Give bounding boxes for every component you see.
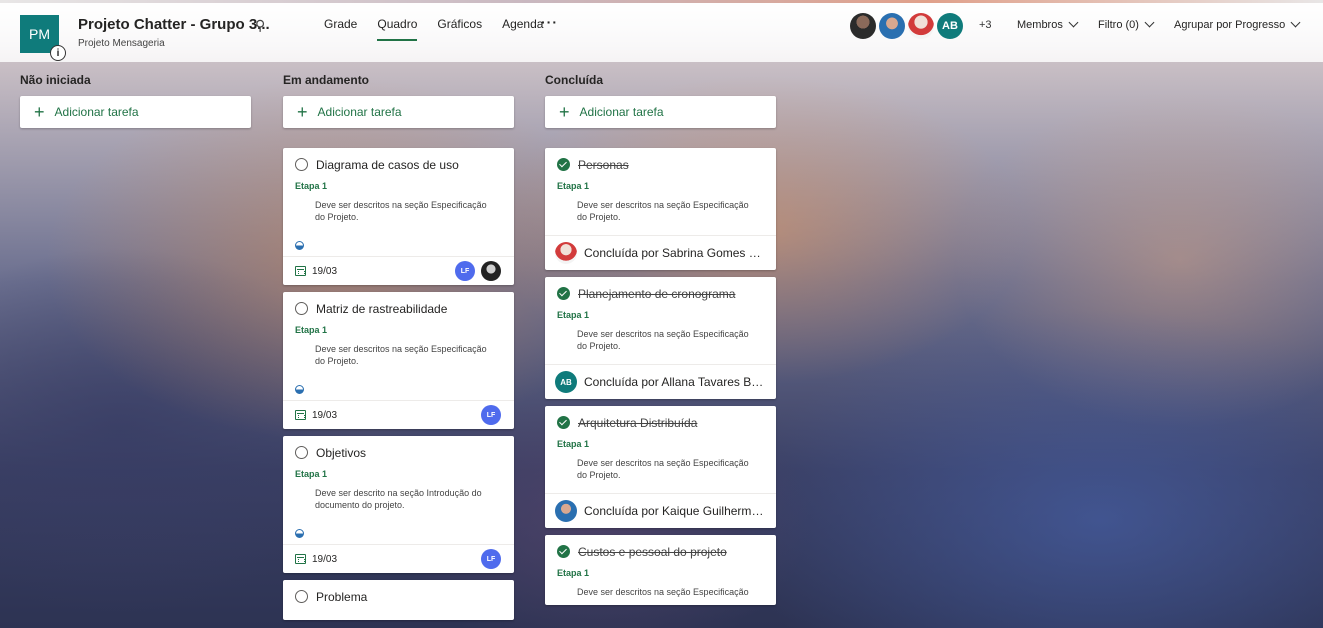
completed-check-icon[interactable]: [557, 416, 570, 429]
task-card[interactable]: Problema: [283, 580, 514, 620]
task-label: Etapa 1: [557, 181, 590, 191]
top-accent-line: [0, 0, 1323, 3]
assignee-avatar-photo[interactable]: [481, 261, 501, 281]
due-date: 19/03: [312, 553, 338, 565]
more-options-icon[interactable]: ···: [541, 14, 558, 30]
completed-check-icon[interactable]: [557, 158, 570, 171]
progress-half-icon: [295, 385, 304, 394]
members-dropdown[interactable]: Membros: [1017, 17, 1079, 31]
calendar-icon: [295, 410, 306, 420]
group-by-label: Agrupar por Progresso: [1174, 19, 1286, 31]
tab-quadro[interactable]: Quadro: [367, 17, 427, 41]
filter-label: Filtro (0): [1098, 19, 1139, 31]
bucket-column-em-andamento: Em andamento + Adicionar tarefa Diagrama …: [283, 70, 514, 627]
group-by-dropdown[interactable]: Agrupar por Progresso: [1174, 17, 1301, 31]
pin-icon[interactable]: ⚲: [255, 17, 265, 34]
task-description: Deve ser descritos na seção Especificaçã…: [577, 200, 749, 222]
column-title: Concluída: [545, 73, 604, 87]
completed-check-icon[interactable]: [557, 287, 570, 300]
add-task-button[interactable]: + Adicionar tarefa: [545, 96, 776, 128]
task-title: Arquitetura Distribuída: [578, 415, 698, 430]
task-label: Etapa 1: [295, 181, 328, 191]
plus-icon: +: [34, 102, 45, 122]
view-tabs: Grade Quadro Gráficos Agenda: [314, 17, 553, 41]
bucket-column-concluida: Concluída + Adicionar tarefa Personas Eta…: [545, 70, 776, 612]
task-card[interactable]: Planejamento de cronograma Etapa 1 Deve …: [545, 277, 776, 399]
completed-by-avatar[interactable]: AB: [555, 371, 577, 393]
chevron-down-icon: [1290, 17, 1301, 28]
tab-grade[interactable]: Grade: [314, 17, 367, 41]
complete-checkbox[interactable]: [295, 590, 308, 603]
task-label: Etapa 1: [557, 439, 590, 449]
complete-checkbox[interactable]: [295, 158, 308, 171]
task-description: Deve ser descritos na seção Especificaçã…: [315, 344, 487, 366]
column-title: Em andamento: [283, 73, 370, 87]
task-label: Etapa 1: [295, 469, 328, 479]
calendar-icon: [295, 266, 306, 276]
info-icon[interactable]: i: [50, 45, 66, 61]
add-task-button[interactable]: + Adicionar tarefa: [283, 96, 514, 128]
completed-check-icon[interactable]: [557, 545, 570, 558]
task-label: Etapa 1: [557, 568, 590, 578]
plus-icon: +: [559, 102, 570, 122]
completed-by-text: Concluída por Sabrina Gomes Sil...: [584, 246, 766, 260]
plan-title[interactable]: Projeto Chatter - Grupo 3...: [78, 16, 270, 33]
chevron-down-icon: [1068, 17, 1079, 28]
calendar-icon: [295, 554, 306, 564]
plus-icon: +: [297, 102, 308, 122]
task-card[interactable]: Custos e pessoal do projeto Etapa 1 Deve…: [545, 535, 776, 605]
add-task-label: Adicionar tarefa: [579, 105, 664, 119]
column-title: Não iniciada: [20, 73, 91, 87]
completed-by-avatar[interactable]: [555, 500, 577, 522]
chevron-down-icon: [1144, 17, 1155, 28]
bucket-column-nao-iniciada: Não iniciada + Adicionar tarefa: [20, 70, 251, 148]
task-card[interactable]: Diagrama de casos de uso Etapa 1 Deve se…: [283, 148, 514, 285]
tab-graficos[interactable]: Gráficos: [427, 17, 492, 41]
member-avatar-1[interactable]: [850, 13, 876, 39]
filter-dropdown[interactable]: Filtro (0): [1098, 17, 1155, 31]
task-label: Etapa 1: [295, 325, 328, 335]
task-description: Deve ser descritos na seção Especificaçã…: [577, 587, 749, 597]
top-bar: PM i Projeto Chatter - Grupo 3... ⚲ Proj…: [0, 0, 1323, 62]
assignee-avatar[interactable]: LF: [481, 405, 501, 425]
due-date: 19/03: [312, 265, 338, 277]
task-title: Planejamento de cronograma: [578, 286, 736, 301]
completed-by-text: Concluída por Kaique Guilherme ...: [584, 504, 766, 518]
completed-by-text: Concluída por Allana Tavares Bas...: [584, 375, 766, 389]
task-title: Problema: [316, 589, 368, 604]
member-extra-count[interactable]: +3: [979, 19, 992, 31]
task-title: Objetivos: [316, 445, 367, 460]
complete-checkbox[interactable]: [295, 446, 308, 459]
task-card[interactable]: Objetivos Etapa 1 Deve ser descrito na s…: [283, 436, 514, 573]
task-description: Deve ser descrito na seção Introdução do…: [315, 488, 482, 510]
add-task-label: Adicionar tarefa: [317, 105, 402, 119]
add-task-button[interactable]: + Adicionar tarefa: [20, 96, 251, 128]
task-title: Custos e pessoal do projeto: [578, 544, 727, 559]
members-label: Membros: [1017, 19, 1063, 31]
task-description: Deve ser descritos na seção Especificaçã…: [577, 329, 749, 351]
task-description: Deve ser descritos na seção Especificaçã…: [577, 458, 749, 480]
member-avatar-ab[interactable]: AB: [937, 13, 963, 39]
assignee-avatar[interactable]: LF: [455, 261, 475, 281]
task-title: Matriz de rastreabilidade: [316, 301, 448, 316]
task-title: Personas: [578, 157, 629, 172]
member-avatar-2[interactable]: [879, 13, 905, 39]
complete-checkbox[interactable]: [295, 302, 308, 315]
progress-half-icon: [295, 529, 304, 538]
due-date: 19/03: [312, 409, 338, 421]
add-task-label: Adicionar tarefa: [54, 105, 139, 119]
plan-group-name[interactable]: Projeto Mensageria: [78, 38, 165, 49]
task-card[interactable]: Matriz de rastreabilidade Etapa 1 Deve s…: [283, 292, 514, 429]
completed-by-avatar[interactable]: [555, 242, 577, 264]
task-title: Diagrama de casos de uso: [316, 157, 459, 172]
task-description: Deve ser descritos na seção Especificaçã…: [315, 200, 487, 222]
member-avatar-3[interactable]: [908, 13, 934, 39]
progress-half-icon: [295, 241, 304, 250]
task-card[interactable]: Personas Etapa 1 Deve ser descritos na s…: [545, 148, 776, 270]
task-label: Etapa 1: [557, 310, 590, 320]
assignee-avatar[interactable]: LF: [481, 549, 501, 569]
task-card[interactable]: Arquitetura Distribuída Etapa 1 Deve ser…: [545, 406, 776, 528]
